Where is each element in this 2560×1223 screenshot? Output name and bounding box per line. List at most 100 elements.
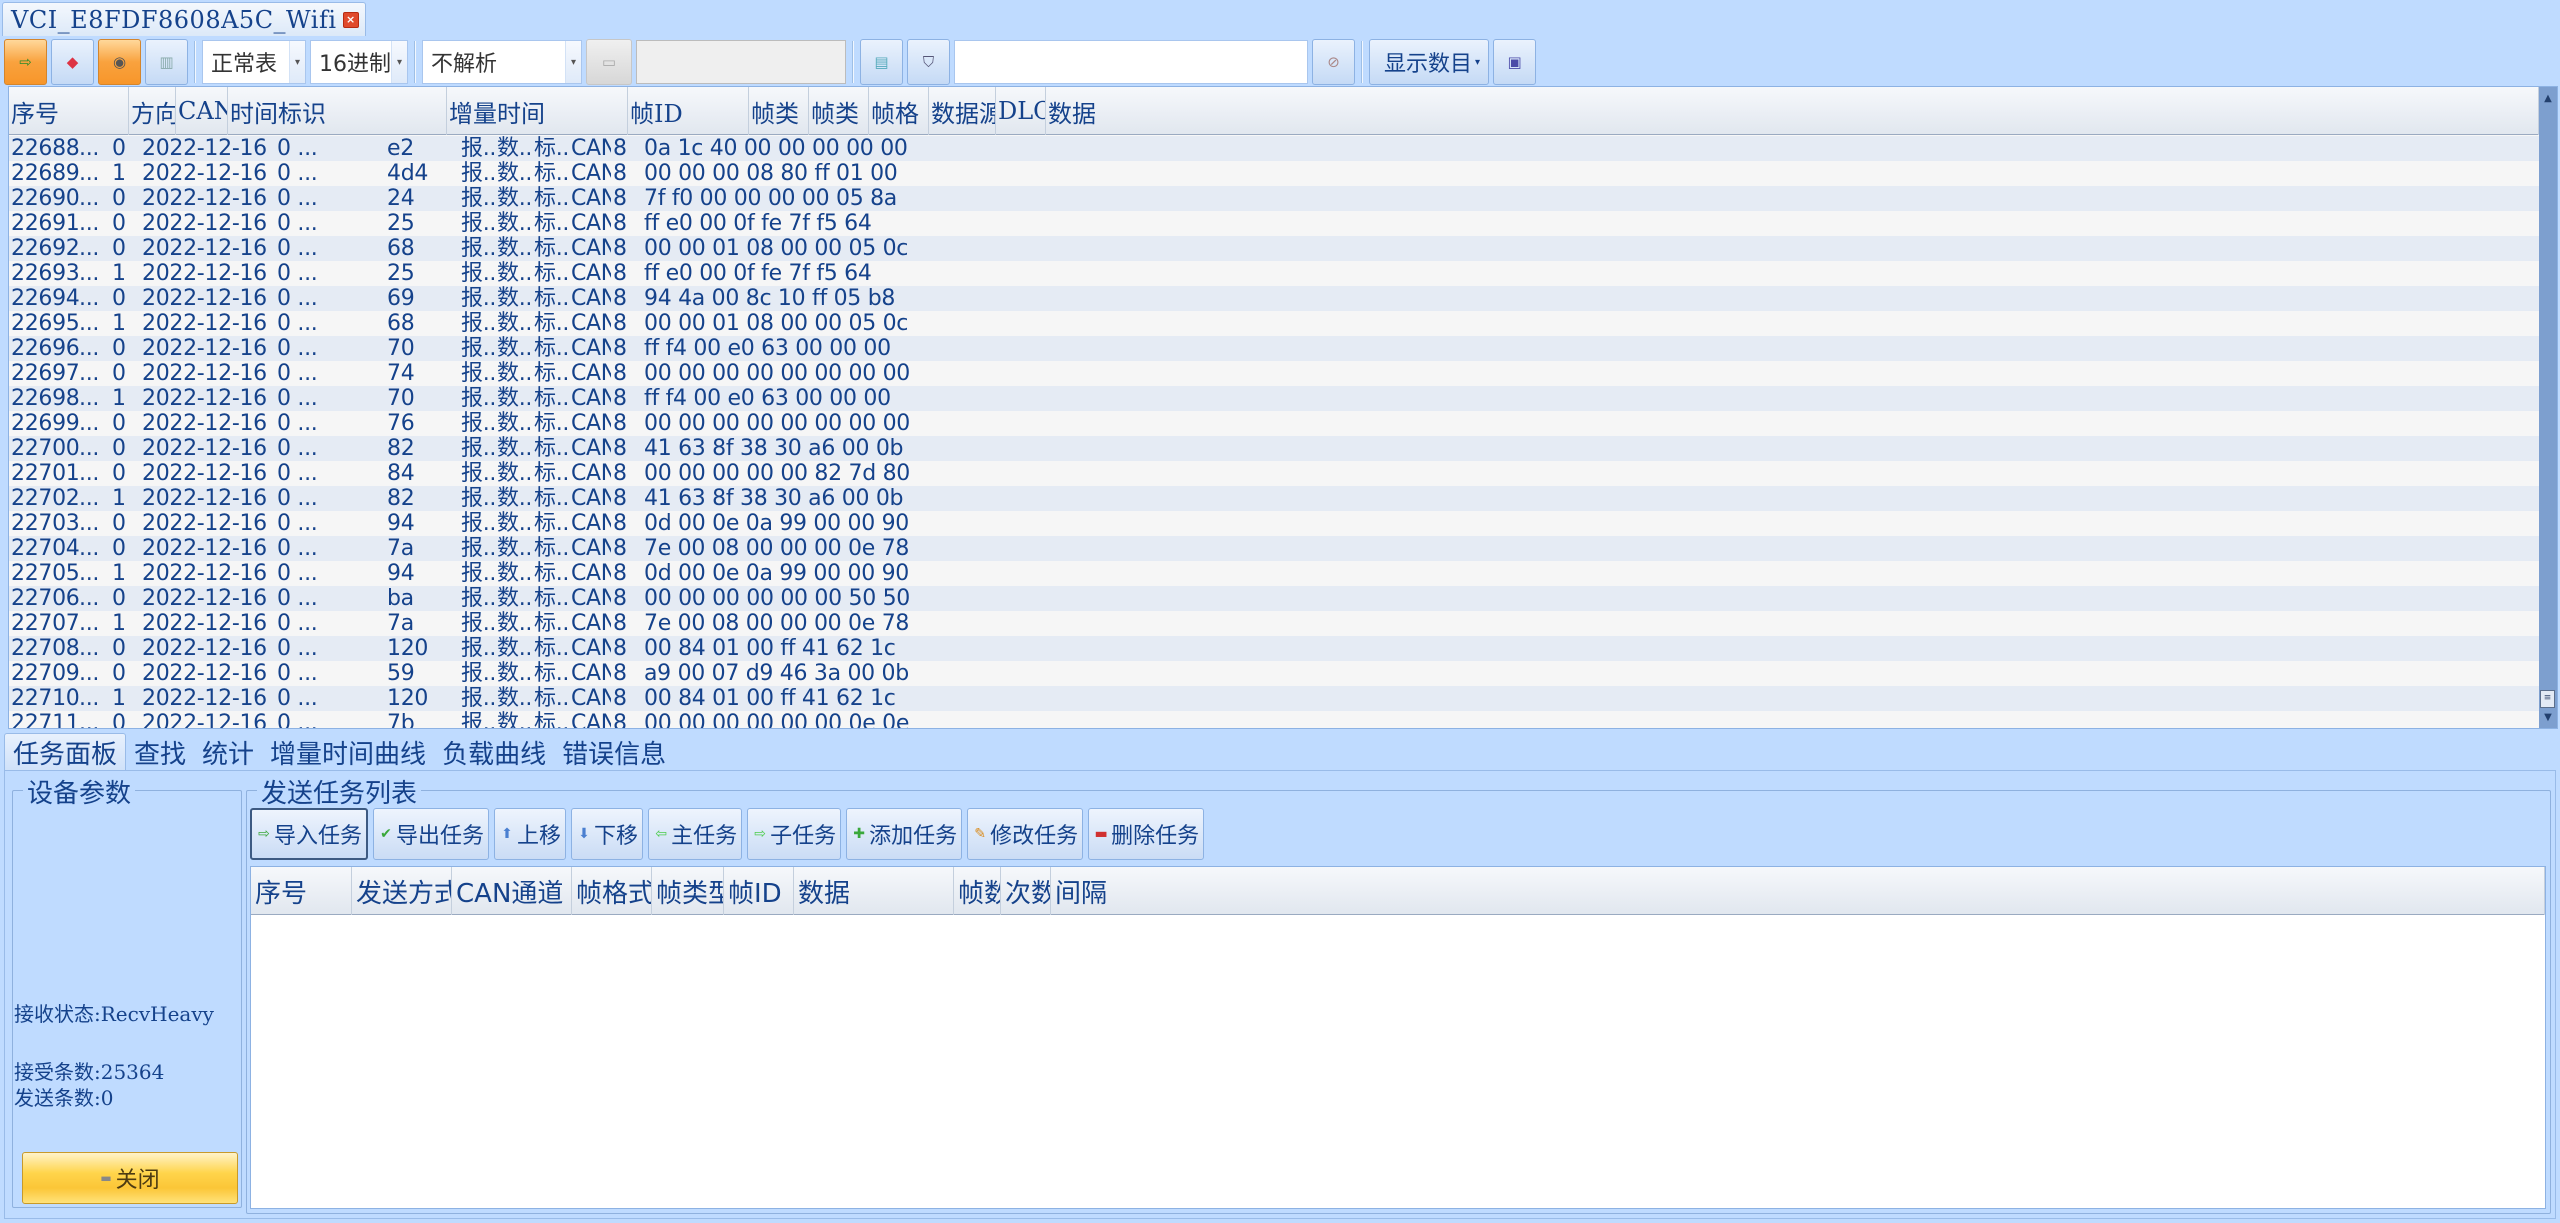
column-header[interactable]: 帧类 — [749, 87, 809, 135]
table-row[interactable]: 22711...02022-12-16 ...0 ...7b报...数...标.… — [9, 711, 2539, 728]
table-cell: 2022-12-16 ... — [142, 361, 272, 386]
task-column-header[interactable]: 帧ID — [724, 867, 794, 915]
table-row[interactable]: 22709...02022-12-16 ...0 ...59报...数...标.… — [9, 661, 2539, 686]
view-mode-select[interactable]: 正常表 ▾ — [202, 40, 306, 84]
table-cell: 数... — [497, 461, 532, 486]
task-column-header[interactable]: 发送方式 — [352, 867, 452, 915]
task-button-3[interactable]: ⬇ 下移 — [571, 808, 644, 860]
task-button-5[interactable]: ⇨ 子任务 — [747, 808, 842, 860]
table-row[interactable]: 22707...12022-12-16 ...0 ...7a报...数...标.… — [9, 611, 2539, 636]
task-button-7[interactable]: ✎ 修改任务 — [967, 808, 1084, 860]
save-button[interactable]: ▣ — [1493, 39, 1537, 85]
table-cell: 0 ... — [277, 486, 318, 511]
scrollbar-thumb[interactable]: ≡ — [2540, 690, 2555, 708]
table-row[interactable]: 22696...02022-12-16 ...0 ...70报...数...标.… — [9, 336, 2539, 361]
filter-input[interactable] — [636, 40, 846, 84]
table-row[interactable]: 22698...12022-12-16 ...0 ...70报...数...标.… — [9, 386, 2539, 411]
table-row[interactable]: 22702...12022-12-16 ...0 ...82报...数...标.… — [9, 486, 2539, 511]
table-row[interactable]: 22692...02022-12-16 ...0 ...68报...数...标.… — [9, 236, 2539, 261]
column-header[interactable]: 数据 — [1046, 87, 2539, 135]
table-row[interactable]: 22694...02022-12-16 ...0 ...69报...数...标.… — [9, 286, 2539, 311]
tab-0[interactable]: 任务面板 — [4, 733, 127, 771]
table-row[interactable]: 22688...02022-12-16 ...0 ...e2报...数...标.… — [9, 136, 2539, 161]
table-cell: 0 — [112, 661, 126, 686]
task-button-6[interactable]: ✚ 添加任务 — [846, 808, 963, 860]
table-row[interactable]: 22710...12022-12-16 ...0 ...120报...数...标… — [9, 686, 2539, 711]
tab-5[interactable]: 错误信息 — [554, 733, 674, 771]
number-format-select[interactable]: 16进制 ▾ — [310, 40, 408, 84]
table-row[interactable]: 22689...12022-12-16 ...0 ...4d4报...数...标… — [9, 161, 2539, 186]
folder-icon: ▭ — [601, 53, 617, 71]
table-cell: 标... — [534, 236, 569, 261]
comment-button[interactable]: ▤ — [860, 39, 903, 85]
tab-2[interactable]: 统计 — [194, 733, 262, 771]
task-column-header[interactable]: 序号 — [251, 867, 352, 915]
task-column-header[interactable]: 数据 — [794, 867, 954, 915]
task-button-2[interactable]: ⬆ 上移 — [494, 808, 567, 860]
close-device-button[interactable]: ▬ 关闭 — [22, 1152, 238, 1204]
table-row[interactable]: 22695...12022-12-16 ...0 ...68报...数...标.… — [9, 311, 2539, 336]
table-cell: 标... — [534, 286, 569, 311]
table-cell: 8 — [613, 361, 627, 386]
parse-mode-select[interactable]: 不解析 ▾ — [422, 40, 582, 84]
table-cell: 0d 00 0e 0a 99 00 00 90 — [644, 511, 909, 536]
table-row[interactable]: 22690...02022-12-16 ...0 ...24报...数...标.… — [9, 186, 2539, 211]
document-tab[interactable]: VCI_E8FDF8608A5C_Wifi × — [2, 2, 366, 36]
clear-button[interactable]: ▥ — [145, 39, 188, 85]
display-count-button[interactable]: 显示数目 ▾ — [1369, 39, 1490, 85]
column-header[interactable]: CAN — [176, 87, 228, 135]
column-header[interactable]: 帧ID — [628, 87, 749, 135]
vertical-scrollbar[interactable]: ▲ ≡ ▼ — [2539, 87, 2557, 728]
column-header[interactable]: DLC — [996, 87, 1046, 135]
tab-3[interactable]: 增量时间曲线 — [262, 733, 434, 771]
table-row[interactable]: 22697...02022-12-16 ...0 ...74报...数...标.… — [9, 361, 2539, 386]
task-button-1[interactable]: ✔ 导出任务 — [373, 808, 490, 860]
table-row[interactable]: 22708...02022-12-16 ...0 ...120报...数...标… — [9, 636, 2539, 661]
table-cell: 00 00 00 08 80 ff 01 00 — [644, 161, 898, 186]
column-header[interactable]: 时间标识 — [228, 87, 447, 135]
task-column-header[interactable]: 间隔 — [1051, 867, 2545, 915]
column-header[interactable]: 方向 — [129, 87, 176, 135]
table-row[interactable]: 22699...02022-12-16 ...0 ...76报...数...标.… — [9, 411, 2539, 436]
table-row[interactable]: 22701...02022-12-16 ...0 ...84报...数...标.… — [9, 461, 2539, 486]
table-row[interactable]: 22703...02022-12-16 ...0 ...94报...数...标.… — [9, 511, 2539, 536]
task-button-8[interactable]: ▬ 删除任务 — [1088, 808, 1205, 860]
filter-button[interactable]: ⛉ — [907, 39, 950, 85]
task-column-header[interactable]: 帧数 — [954, 867, 1001, 915]
table-row[interactable]: 22706...02022-12-16 ...0 ...ba报...数...标.… — [9, 586, 2539, 611]
table-cell: 0 — [112, 336, 126, 361]
record-icon: ◉ — [112, 53, 127, 71]
task-column-header[interactable]: 帧类型 — [652, 867, 724, 915]
column-header[interactable]: 序号 — [9, 87, 129, 135]
task-button-4[interactable]: ⇦ 主任务 — [648, 808, 743, 860]
task-column-header[interactable]: 帧格式 — [572, 867, 652, 915]
close-icon[interactable]: × — [342, 11, 359, 28]
table-cell: CAN — [571, 186, 611, 211]
table-row[interactable]: 22693...12022-12-16 ...0 ...25报...数...标.… — [9, 261, 2539, 286]
table-row[interactable]: 22700...02022-12-16 ...0 ...82报...数...标.… — [9, 436, 2539, 461]
column-header[interactable]: 帧格 — [869, 87, 929, 135]
record-button[interactable]: ◉ — [98, 39, 141, 85]
table-row[interactable]: 22705...12022-12-16 ...0 ...94报...数...标.… — [9, 561, 2539, 586]
column-header[interactable]: 帧类 — [809, 87, 869, 135]
table-row[interactable]: 22704...02022-12-16 ...0 ...7a报...数...标.… — [9, 536, 2539, 561]
tab-1[interactable]: 查找 — [126, 733, 194, 771]
tab-4[interactable]: 负载曲线 — [434, 733, 554, 771]
scroll-up-icon[interactable]: ▲ — [2539, 91, 2557, 107]
export-data-button[interactable]: ⇨ — [4, 39, 47, 85]
task-column-header[interactable]: 次数 — [1001, 867, 1051, 915]
send-task-title: 发送任务列表 — [257, 773, 422, 810]
column-header[interactable]: 增量时间 — [447, 87, 628, 135]
task-button-0[interactable]: ⇨ 导入任务 — [250, 808, 369, 860]
task-column-header[interactable]: CAN通道 — [452, 867, 572, 915]
scroll-down-icon[interactable]: ▼ — [2539, 710, 2557, 726]
table-cell: a9 00 07 d9 46 3a 00 0b — [644, 661, 909, 686]
tag-button[interactable]: ◆ — [51, 39, 94, 85]
open-file-button[interactable]: ▭ — [586, 39, 632, 85]
search-input[interactable] — [954, 40, 1308, 84]
table-cell: ... — [79, 386, 100, 411]
table-cell: CAN — [571, 561, 611, 586]
column-header[interactable]: 数据源 — [929, 87, 996, 135]
clear-search-button[interactable]: ⊘ — [1312, 39, 1355, 85]
table-row[interactable]: 22691...02022-12-16 ...0 ...25报...数...标.… — [9, 211, 2539, 236]
